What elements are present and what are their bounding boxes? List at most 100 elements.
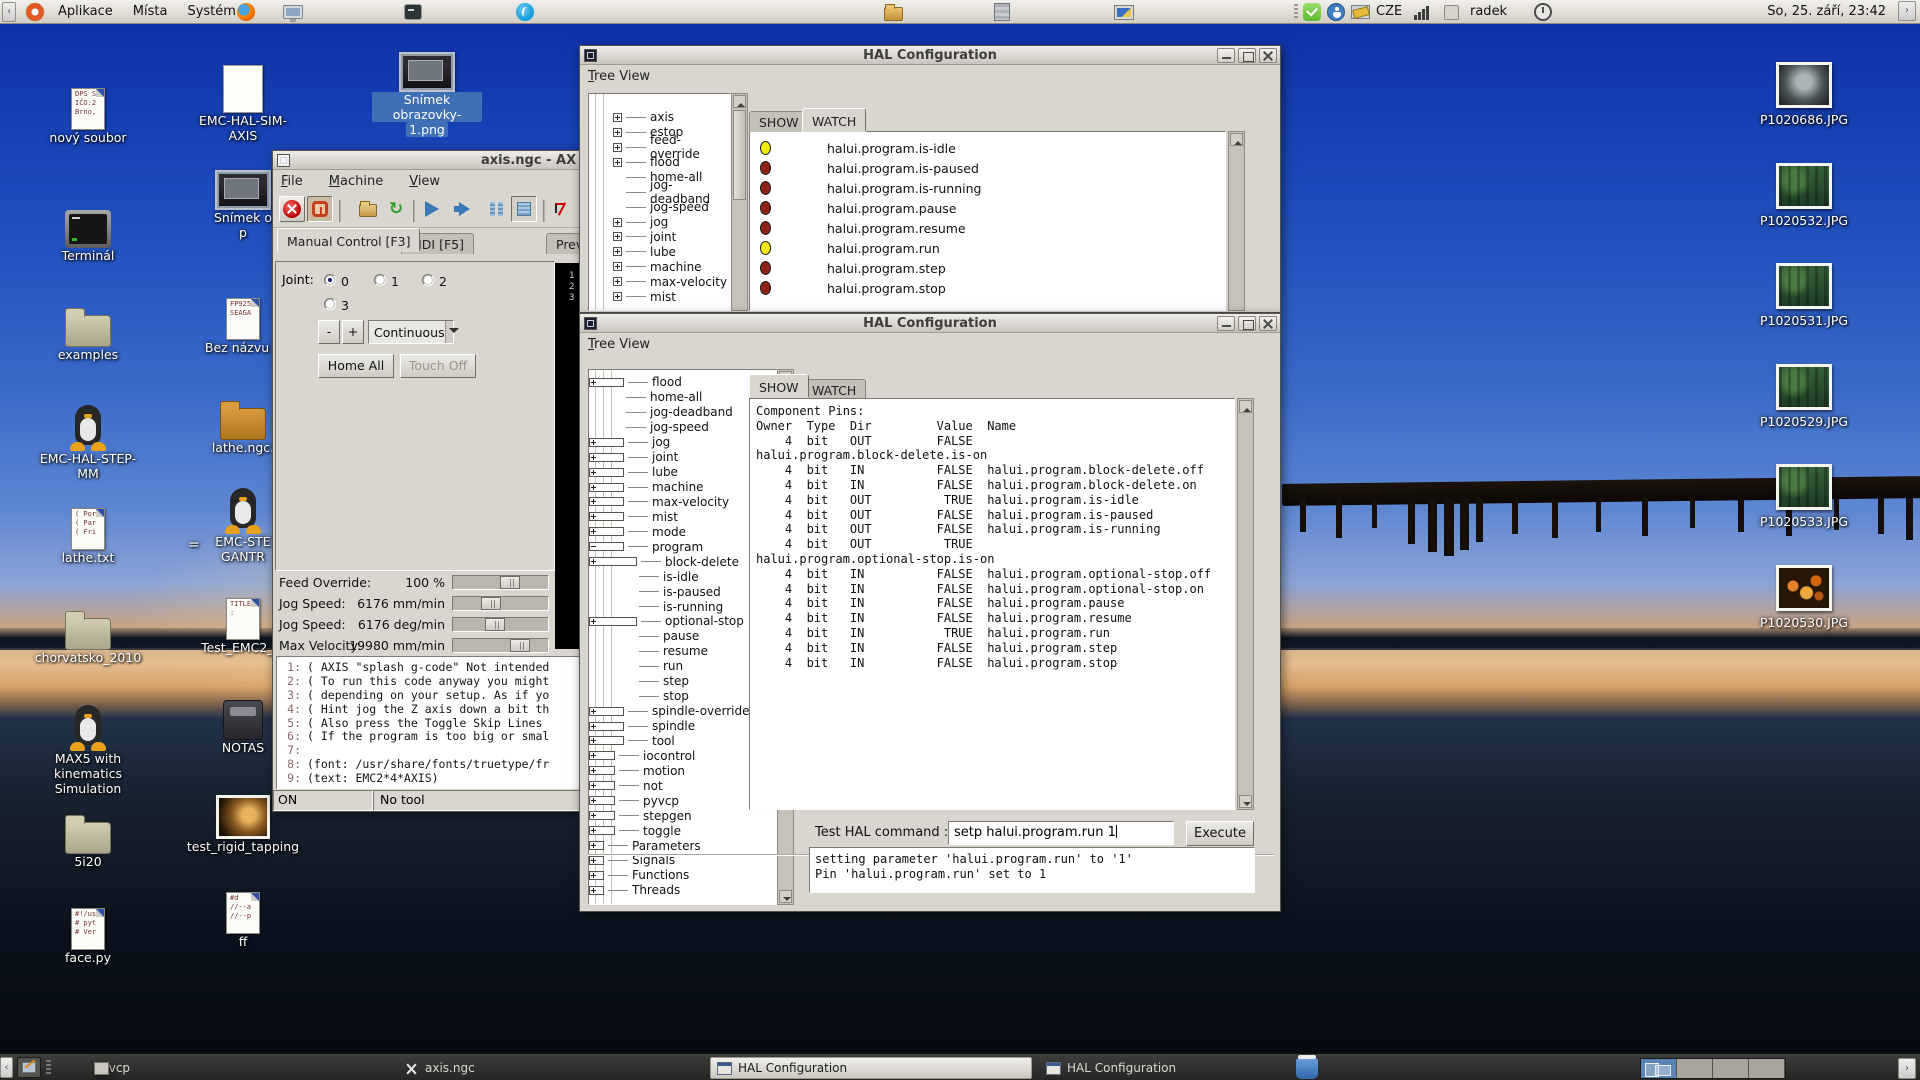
menu-applications[interactable]: Aplikace [48, 0, 123, 24]
hal1-titlebar[interactable]: HAL Configuration [580, 46, 1280, 65]
tree-expander-icon[interactable] [613, 277, 622, 286]
touch-off-button[interactable]: Touch Off [400, 354, 476, 378]
workspace-4[interactable] [1749, 1059, 1785, 1078]
taskbar-collapse-button[interactable]: ‹ [0, 1057, 13, 1078]
jog-minus-button[interactable]: - [318, 320, 340, 344]
tree-item[interactable]: Signals [589, 853, 776, 868]
tree-expander-icon[interactable] [589, 497, 624, 506]
tree-expander-icon[interactable] [589, 796, 615, 805]
hal1-tab-watch[interactable]: WATCH [802, 108, 866, 131]
tree-expander-icon[interactable] [613, 158, 622, 167]
tree-item[interactable]: jog [589, 215, 730, 230]
watch-row[interactable]: halui.program.run [750, 238, 1225, 258]
scroll-down-icon[interactable] [1239, 795, 1252, 808]
show-desktop-button[interactable] [17, 1057, 41, 1078]
desktop-icon-snimek-obrazovky[interactable]: Snímek obrazovky- 1.png [372, 52, 482, 137]
taskbar-task-button[interactable]: axis.ngc [398, 1057, 698, 1079]
tree-expander-icon[interactable] [589, 557, 637, 566]
tree-item[interactable]: is-paused [589, 584, 776, 599]
jog-increment-combo[interactable]: Continuous [368, 320, 454, 344]
tree-item[interactable]: optional-stop [589, 614, 776, 629]
watch-row[interactable]: halui.program.stop [750, 278, 1225, 298]
slider[interactable] [452, 638, 549, 653]
joint-radio-2[interactable]: 2 [422, 271, 447, 290]
pause-program-button[interactable] [483, 196, 509, 222]
workspace-3[interactable] [1713, 1059, 1749, 1078]
tree-item[interactable]: not [589, 778, 776, 793]
tree-item[interactable]: tool [589, 734, 776, 749]
hal1-tab-show[interactable]: SHOW [749, 111, 809, 132]
slider-handle[interactable] [485, 618, 505, 631]
tree-item[interactable]: pause [589, 629, 776, 644]
tree-item[interactable]: toggle [589, 823, 776, 838]
tree-expander-icon[interactable] [589, 393, 622, 402]
display-settings-icon[interactable] [1351, 2, 1370, 22]
trash-icon[interactable] [1296, 1058, 1318, 1079]
open-file-button[interactable] [355, 196, 381, 222]
home-all-button[interactable]: Home All [318, 354, 394, 378]
tree-item[interactable]: mist [589, 509, 776, 524]
tree-item[interactable]: spindle-override [589, 704, 776, 719]
desktop-icon-photo[interactable]: P1020529.JPG [1749, 364, 1859, 429]
desktop-icon-photo[interactable]: P1020686.JPG [1749, 62, 1859, 127]
reload-button[interactable]: ↻ [383, 196, 409, 222]
hal1-watch-scrollbar[interactable] [1228, 131, 1245, 311]
tree-expander-icon[interactable] [613, 262, 622, 271]
tree-expander-icon[interactable] [589, 736, 624, 745]
tree-expander-icon[interactable] [589, 527, 624, 536]
hal2-show-panel[interactable]: Component Pins: Owner Type Dir Value Nam… [749, 398, 1235, 810]
firefox-icon[interactable] [237, 2, 255, 22]
tree-item[interactable]: jog-deadband [589, 185, 730, 200]
close-button[interactable] [1259, 48, 1277, 63]
tree-expander-icon[interactable] [589, 751, 615, 760]
desktop-icon-photo[interactable]: P1020530.JPG [1749, 565, 1859, 630]
hal-command-input[interactable]: setp halui.program.run 1 [948, 821, 1174, 845]
watch-row[interactable]: halui.program.is-idle [750, 138, 1225, 158]
tree-expander-icon[interactable] [589, 378, 624, 387]
tree-expander-icon[interactable] [589, 468, 624, 477]
skype-status-icon[interactable] [1303, 2, 1321, 22]
desktop-icon-lathe-txt[interactable]: ( Por( Par( Fri lathe.txt [33, 508, 143, 565]
tree-item[interactable]: joint [589, 230, 730, 245]
taskbar-task-button[interactable]: HAL Configuration [710, 1057, 1032, 1079]
tree-item[interactable]: axis [589, 110, 730, 125]
watch-row[interactable]: halui.program.is-running [750, 178, 1225, 198]
tree-expander-icon[interactable] [589, 647, 635, 656]
tree-expander-icon[interactable] [589, 483, 624, 492]
watch-row[interactable]: halui.program.is-paused [750, 158, 1225, 178]
calculator-launcher-icon[interactable] [994, 2, 1010, 22]
tree-expander-icon[interactable] [589, 453, 624, 462]
tree-item[interactable]: joint [589, 450, 776, 465]
tree-item[interactable]: lube [589, 244, 730, 259]
tree-item[interactable]: Threads [589, 883, 776, 898]
workspace-2[interactable] [1677, 1059, 1713, 1078]
terminal-launcher-icon[interactable] [404, 2, 422, 22]
tree-item[interactable]: is-idle [589, 569, 776, 584]
hal1-tree-scrollbar[interactable] [731, 93, 748, 311]
display-launcher-icon[interactable] [283, 2, 303, 22]
desktop-icon-5i20[interactable]: 5i20 [33, 812, 143, 869]
tree-item[interactable]: Parameters [589, 838, 776, 853]
hal2-output-box[interactable]: setting parameter 'halui.program.run' to… [809, 847, 1255, 893]
tree-item[interactable]: machine [589, 259, 730, 274]
tree-expander-icon[interactable] [613, 113, 622, 122]
slider[interactable] [452, 575, 549, 590]
keyboard-layout-indicator[interactable]: CZE [1376, 0, 1402, 24]
tree-expander-icon[interactable] [589, 781, 615, 790]
slider[interactable] [452, 596, 549, 611]
scroll-down-icon[interactable] [779, 890, 792, 903]
tree-item[interactable]: mode [589, 524, 776, 539]
panel-collapse-right-button[interactable]: › [1898, 1, 1916, 21]
tree-expander-icon[interactable] [589, 438, 624, 447]
tree-item[interactable]: home-all [589, 390, 776, 405]
tree-item[interactable]: max-velocity [589, 274, 730, 289]
run-program-button[interactable] [419, 196, 445, 222]
tree-expander-icon[interactable] [613, 292, 622, 301]
desktop-icon-chorvatsko[interactable]: chorvatsko_2010 [33, 608, 143, 665]
tree-item[interactable]: flood [589, 155, 730, 170]
desktop-icon-novy-soubor[interactable]: DPS SIČO:2Brno, nový soubor [33, 88, 143, 145]
menu-view[interactable]: View [409, 174, 440, 189]
tree-expander-icon[interactable] [589, 617, 637, 626]
tree-item[interactable]: machine [589, 480, 776, 495]
tree-expander-icon[interactable] [589, 572, 635, 581]
